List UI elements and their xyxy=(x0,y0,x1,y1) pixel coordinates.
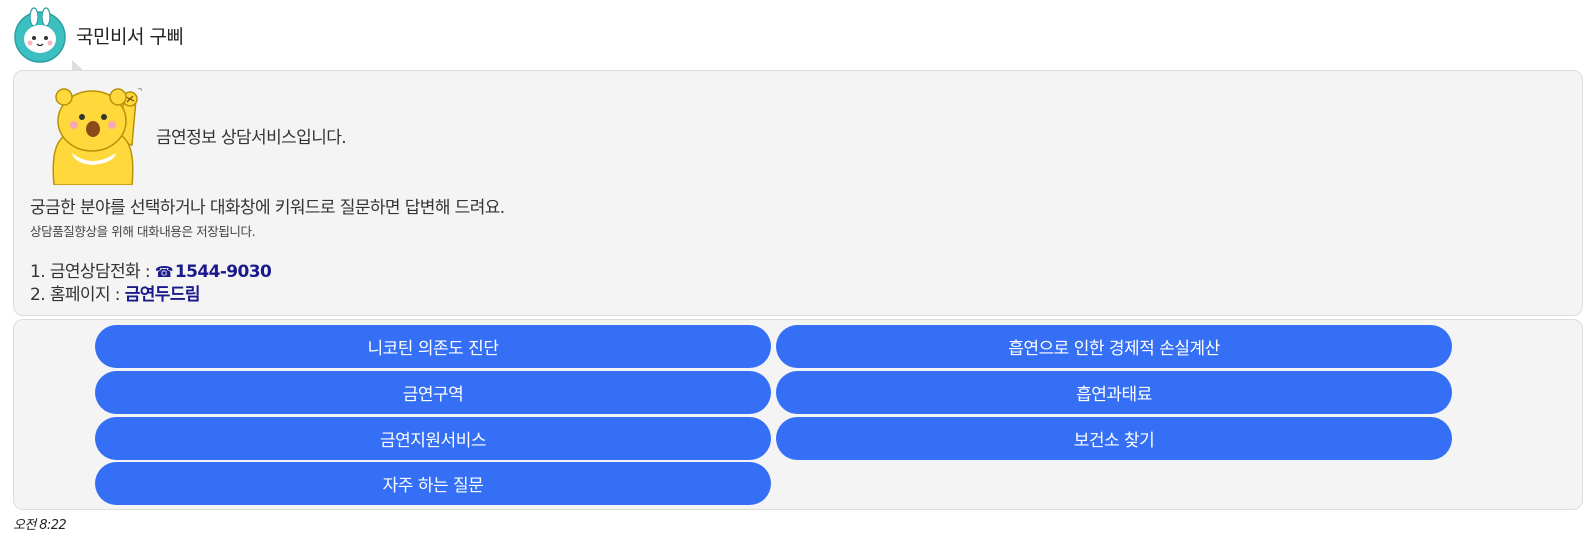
intro-text: 금연정보 상담서비스입니다. xyxy=(156,128,347,148)
info-phone-label: 1. 금연상담전화 : xyxy=(30,262,155,282)
quick-reply-panel: 니코틴 의존도 진단 흡연으로 인한 경제적 손실계산 금연구역 흡연과태료 금… xyxy=(13,319,1583,510)
bear-mascot-icon xyxy=(52,87,142,185)
quick-reply-economic-loss[interactable]: 흡연으로 인한 경제적 손실계산 xyxy=(776,325,1452,368)
quick-reply-faq[interactable]: 자주 하는 질문 xyxy=(95,462,771,505)
quick-reply-nicotine-test[interactable]: 니코틴 의존도 진단 xyxy=(95,325,771,368)
quick-reply-support-service[interactable]: 금연지원서비스 xyxy=(95,417,771,460)
notice-text: 상담품질향상을 위해 대화내용은 저장됩니다. xyxy=(30,224,256,239)
quick-reply-smoking-fine[interactable]: 흡연과태료 xyxy=(776,371,1452,414)
quick-reply-no-smoking-zone[interactable]: 금연구역 xyxy=(95,371,771,414)
bot-header: 국민비서 구삐 xyxy=(12,6,184,64)
info-homepage-link[interactable]: 금연두드림 xyxy=(125,285,201,305)
chat-window: 국민비서 구삐 금연정보 상담서비스입니다. 궁금한 분야를 선택하거나 대화창… xyxy=(0,0,1594,546)
info-homepage-line: 2. 홈페이지 : 금연두드림 xyxy=(30,280,201,305)
info-phone-line: 1. 금연상담전화 : ☎ 1544-9030 xyxy=(30,257,272,282)
info-phone-number[interactable]: 1544-9030 xyxy=(175,262,272,282)
bot-name: 국민비서 구삐 xyxy=(76,25,184,48)
rabbit-mascot-icon xyxy=(14,7,66,63)
guide-text: 궁금한 분야를 선택하거나 대화창에 키워드로 질문하면 답변해 드려요. xyxy=(30,198,505,218)
phone-icon: ☎ xyxy=(154,263,174,281)
message-bubble: 금연정보 상담서비스입니다. 궁금한 분야를 선택하거나 대화창에 키워드로 질… xyxy=(13,70,1583,316)
quick-reply-find-health-center[interactable]: 보건소 찾기 xyxy=(776,417,1452,460)
message-timestamp: 오전 8:22 xyxy=(13,518,67,533)
info-homepage-label: 2. 홈페이지 : xyxy=(30,285,125,305)
